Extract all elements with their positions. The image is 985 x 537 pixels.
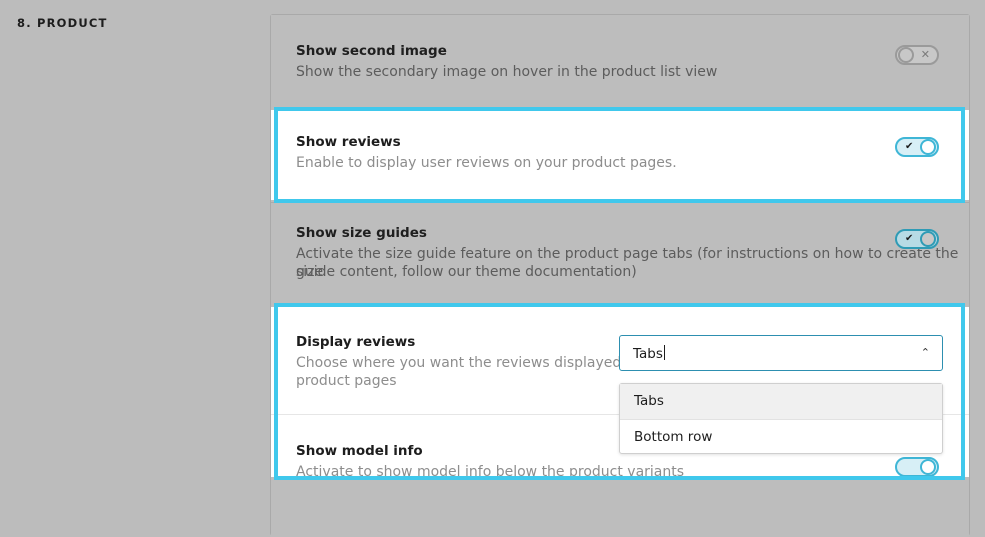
model-info-toggle[interactable]	[895, 457, 939, 477]
card-remainder	[271, 477, 969, 537]
toggle-knob	[898, 47, 914, 63]
display-reviews-select[interactable]: Tabs ⌃	[619, 335, 943, 371]
show-reviews-toggle[interactable]: ✔	[895, 137, 939, 157]
setting-description: Enable to display user reviews on your p…	[296, 155, 677, 171]
setting-description: Show the secondary image on hover in the…	[296, 64, 718, 80]
close-icon: ✕	[920, 48, 930, 61]
toggle-knob	[920, 459, 936, 475]
setting-row-second-image: Show second image Show the secondary ima…	[271, 15, 969, 107]
setting-description-line1: Choose where you want the reviews displa…	[296, 355, 644, 371]
size-guides-toggle[interactable]: ✔	[895, 229, 939, 249]
chevron-up-icon: ⌃	[920, 346, 930, 359]
toggle-knob	[920, 231, 936, 247]
settings-card: Show second image Show the secondary ima…	[270, 14, 970, 537]
second-image-toggle[interactable]: ✕	[895, 45, 939, 65]
display-reviews-dropdown: Tabs Bottom row	[619, 383, 943, 454]
setting-row-show-reviews: Show reviews Enable to display user revi…	[271, 110, 969, 200]
check-icon: ✔	[905, 233, 914, 244]
dropdown-option-bottom-row[interactable]: Bottom row	[620, 420, 942, 455]
select-value: Tabs	[633, 345, 665, 362]
dropdown-option-tabs[interactable]: Tabs	[620, 384, 942, 419]
toggle-knob	[920, 139, 936, 155]
setting-description-line2: product pages	[296, 373, 397, 389]
setting-description-line2: guide content, follow our theme document…	[296, 264, 637, 280]
setting-title: Show model info	[296, 443, 423, 459]
setting-row-size-guides: Show size guides Activate the size guide…	[271, 203, 969, 303]
text-cursor	[663, 345, 665, 360]
setting-title: Show reviews	[296, 134, 401, 150]
setting-row-display-reviews: Display reviews Choose where you want th…	[271, 307, 969, 454]
setting-title: Display reviews	[296, 334, 416, 350]
setting-title: Show second image	[296, 43, 447, 59]
check-icon: ✔	[905, 141, 914, 152]
section-label: 8. PRODUCT	[17, 16, 108, 30]
setting-title: Show size guides	[296, 225, 427, 241]
